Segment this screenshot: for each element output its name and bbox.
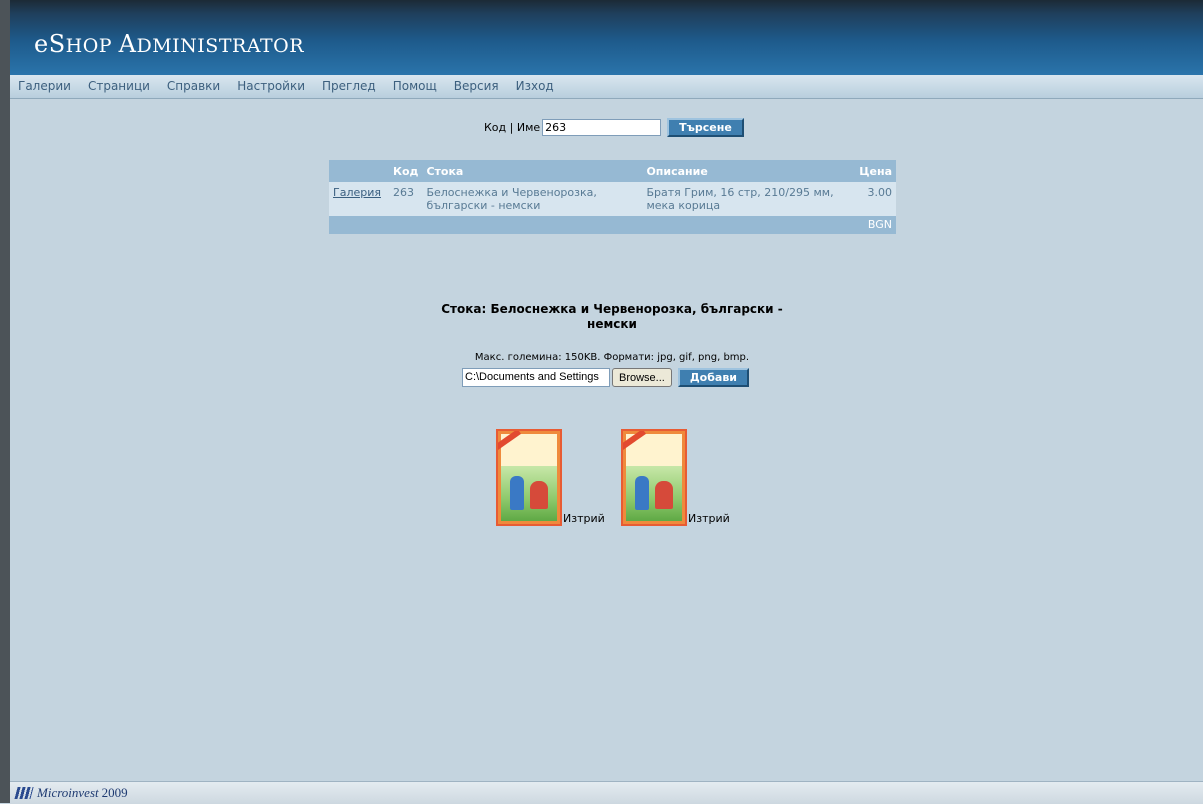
- header-code: Код: [389, 160, 423, 182]
- cell-description: Братя Грим, 16 стр, 210/295 мм, мека кор…: [642, 182, 847, 216]
- search-label: Код | Име: [484, 121, 541, 134]
- cell-price: 3.00: [846, 182, 896, 216]
- upload-info: Макс. големина: 150KB. Формати: jpg, gif…: [474, 352, 750, 363]
- menu-item-help[interactable]: Помощ: [393, 75, 437, 97]
- left-window-border: [0, 0, 10, 803]
- file-path-input[interactable]: C:\Documents and Settings: [462, 368, 610, 387]
- menu-item-galleries[interactable]: Галерии: [18, 75, 71, 97]
- results-header-row: Код Стока Описание Цена: [329, 160, 896, 182]
- menu-item-pages[interactable]: Страници: [88, 75, 150, 97]
- microinvest-logo: Microinvest 2009: [14, 785, 128, 801]
- product-image[interactable]: [621, 429, 687, 526]
- main-menu: Галерии Страници Справки Настройки Прегл…: [10, 75, 1203, 99]
- menu-item-reports[interactable]: Справки: [167, 75, 220, 97]
- delete-image-link[interactable]: Изтрий: [563, 512, 605, 525]
- menu-item-settings[interactable]: Настройки: [237, 75, 305, 97]
- menu-item-exit[interactable]: Изход: [516, 75, 554, 97]
- results-footer-row: BGN: [329, 216, 896, 234]
- cell-item: Белоснежка и Червенорозка, български - н…: [422, 182, 643, 216]
- menu-item-preview[interactable]: Преглед: [322, 75, 376, 97]
- product-heading: Стока: Белоснежка и Червенорозка, българ…: [441, 302, 783, 331]
- table-row: Галерия 263 Белоснежка и Червенорозка, б…: [329, 182, 896, 216]
- search-input[interactable]: [542, 119, 662, 136]
- gallery-link[interactable]: Галерия: [333, 186, 381, 199]
- header-item: Стока: [422, 160, 643, 182]
- product-image[interactable]: [496, 429, 562, 526]
- add-button[interactable]: Добави: [677, 368, 749, 387]
- browse-button[interactable]: Browse...: [612, 368, 672, 387]
- menu-item-version[interactable]: Версия: [454, 75, 499, 97]
- app-title: eSHOP ADMINISTRATOR: [34, 30, 305, 58]
- results-table: Код Стока Описание Цена Галерия 263 Бело…: [329, 160, 896, 234]
- currency-label: BGN: [846, 216, 896, 234]
- upload-row: C:\Documents and Settings Browse... Доба…: [462, 368, 749, 387]
- image-thumb: Изтрий: [621, 429, 730, 526]
- delete-image-link[interactable]: Изтрий: [688, 512, 730, 525]
- app-header: eSHOP ADMINISTRATOR: [10, 0, 1203, 75]
- microinvest-mark-icon: [14, 787, 34, 799]
- cell-code: 263: [389, 182, 423, 216]
- footer: Microinvest 2009: [10, 781, 1203, 804]
- image-thumb: Изтрий: [496, 429, 605, 526]
- header-price: Цена: [846, 160, 896, 182]
- search-button[interactable]: Търсене: [667, 118, 744, 137]
- header-description: Описание: [642, 160, 847, 182]
